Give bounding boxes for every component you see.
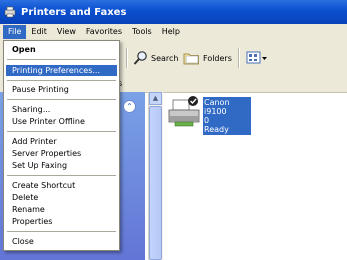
menu-separator xyxy=(7,131,116,132)
menu-edit[interactable]: Edit xyxy=(26,25,52,39)
file-menu-dropdown: Open Printing Preferences... Pause Print… xyxy=(3,40,120,251)
menu-file[interactable]: File xyxy=(3,25,27,39)
toolbar-separator xyxy=(126,48,128,68)
menu-separator xyxy=(7,231,116,232)
menu-favorites[interactable]: Favorites xyxy=(81,25,127,39)
folders-label: Folders xyxy=(203,53,232,63)
menu-bar: File Edit View Favorites Tools Help xyxy=(0,24,347,40)
menu-item-set-up-faxing[interactable]: Set Up Faxing xyxy=(6,160,117,171)
menu-item-server-properties[interactable]: Server Properties xyxy=(6,148,117,159)
menu-separator xyxy=(7,175,116,176)
menu-tools[interactable]: Tools xyxy=(127,25,157,39)
views-button[interactable] xyxy=(246,50,268,66)
menu-item-close[interactable]: Close xyxy=(6,236,117,247)
menu-item-pause-printing[interactable]: Pause Printing xyxy=(6,84,117,95)
menu-item-rename[interactable]: Rename xyxy=(6,204,117,215)
printer-item-label[interactable]: Canon i9100 0 Ready xyxy=(203,97,251,135)
search-button[interactable]: Search xyxy=(133,50,178,66)
scroll-thumb[interactable] xyxy=(149,106,162,260)
menu-item-sharing[interactable]: Sharing... xyxy=(6,104,117,115)
search-icon xyxy=(133,51,147,65)
printer-name: Canon i9100 xyxy=(204,98,230,116)
collapse-chevron-icon[interactable]: ⌃ xyxy=(123,100,136,113)
folders-button[interactable]: Folders xyxy=(183,50,232,66)
printer-status: Ready xyxy=(204,125,229,134)
search-label: Search xyxy=(151,53,179,63)
scroll-up-arrow-icon[interactable]: ▲ xyxy=(149,92,162,105)
views-icon xyxy=(246,51,267,64)
printer-icon[interactable] xyxy=(166,94,202,130)
menu-item-properties[interactable]: Properties xyxy=(6,216,117,227)
menu-item-delete[interactable]: Delete xyxy=(6,192,117,203)
printer-line2: 0 xyxy=(204,116,210,125)
menu-item-add-printer[interactable]: Add Printer xyxy=(6,136,117,147)
menu-help[interactable]: Help xyxy=(157,25,185,39)
menu-item-create-shortcut[interactable]: Create Shortcut xyxy=(6,180,117,191)
title-bar: Printers and Faxes xyxy=(0,0,347,24)
folders-icon xyxy=(183,53,199,65)
menu-separator xyxy=(7,99,116,100)
printers-folder-icon xyxy=(4,6,16,18)
menu-separator xyxy=(7,59,116,60)
menu-item-open[interactable]: Open xyxy=(6,44,117,55)
window-title: Printers and Faxes xyxy=(21,6,127,18)
menu-view[interactable]: View xyxy=(52,25,81,39)
menu-item-printing-preferences[interactable]: Printing Preferences... xyxy=(6,65,117,76)
menu-item-use-printer-offline[interactable]: Use Printer Offline xyxy=(6,116,117,127)
toolbar-separator xyxy=(238,48,240,68)
menu-separator xyxy=(7,80,116,81)
